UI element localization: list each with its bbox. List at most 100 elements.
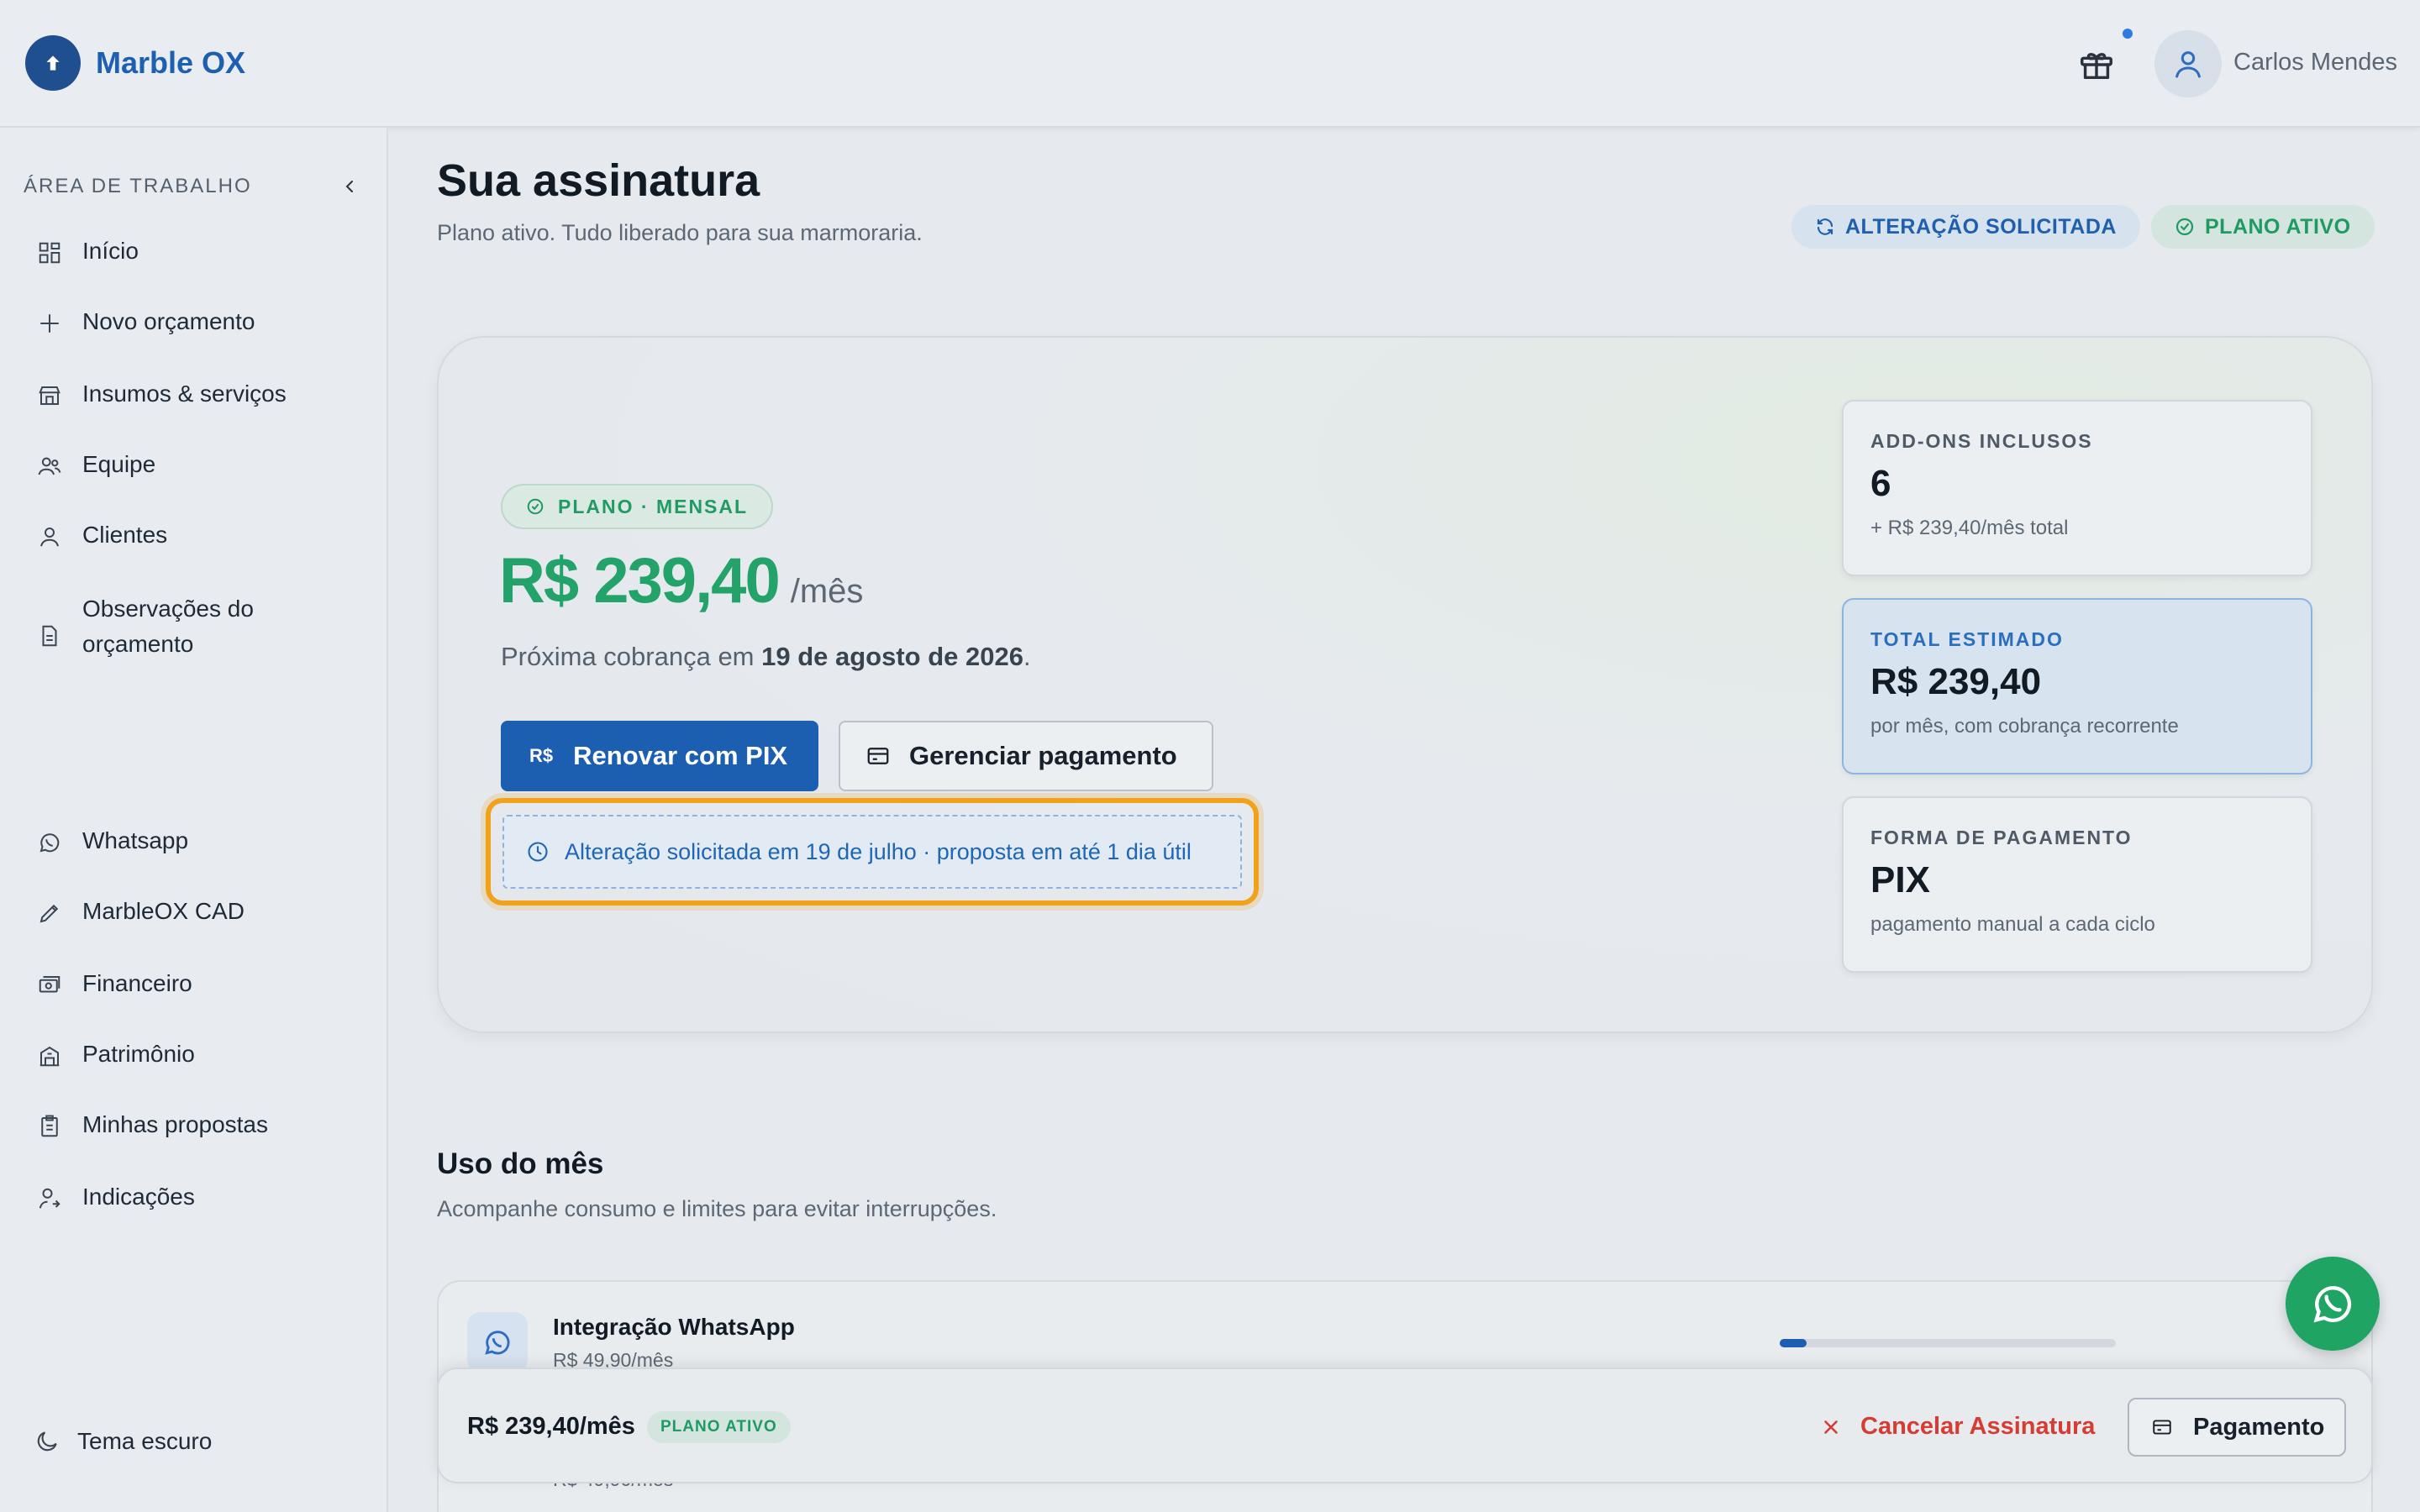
brand[interactable]: Marble OX (25, 35, 245, 91)
sidebar-item-indicacoes[interactable]: Indicações (37, 1184, 195, 1215)
sticky-footer-bar: R$ 239,40/mês PLANO ATIVO Cancelar Assin… (437, 1368, 2373, 1483)
stat-value: 6 (1870, 463, 1891, 504)
usage-progress-fill (1780, 1339, 1807, 1347)
sidebar-item-novo-orcamento[interactable]: Novo orçamento (37, 308, 255, 339)
sidebar-item-label: Novo orçamento (82, 308, 255, 334)
notification-dot (2123, 29, 2133, 39)
stat-note: por mês, com cobrança recorrente (1870, 715, 2179, 738)
manage-payment-button[interactable]: Gerenciar pagamento (839, 721, 1213, 791)
sidebar-item-label: Equipe (82, 451, 156, 477)
next-charge-suffix: . (1023, 642, 1031, 671)
plan-price-value: R$ 239,40 (499, 545, 781, 617)
stat-label: TOTAL ESTIMADO (1870, 628, 2064, 650)
plan-card: PLANO · MENSAL R$ 239,40 /mês Próxima co… (437, 336, 2373, 1033)
whatsapp-fab-button[interactable] (2286, 1257, 2380, 1351)
cancel-subscription-button[interactable]: Cancelar Assinatura (1820, 1413, 2095, 1441)
credit-card-icon (2153, 1420, 2171, 1435)
refresh-icon (1817, 218, 1833, 235)
status-badge-active: PLANO ATIVO (2151, 205, 2375, 249)
change-request-notice-highlight: Alteração solicitada em 19 de julho · pr… (486, 798, 1259, 906)
sidebar-item-inicio[interactable]: Início (37, 238, 139, 269)
sidebar-item-observacoes[interactable]: Observações do orçamento (37, 596, 314, 662)
sidebar-item-cad[interactable]: MarbleOX CAD (37, 898, 245, 929)
collapse-sidebar-icon[interactable] (339, 176, 360, 197)
plan-price-period: /mês (790, 573, 864, 610)
sidebar-item-clientes[interactable]: Clientes (37, 522, 167, 553)
page-subtitle: Plano ativo. Tudo liberado para sua marm… (437, 220, 923, 245)
currency-icon: R$ (529, 745, 554, 766)
pencil-icon (39, 904, 59, 923)
renew-pix-button[interactable]: R$ Renovar com PIX (501, 721, 818, 791)
theme-toggle-label: Tema escuro (77, 1428, 213, 1454)
theme-toggle[interactable]: Tema escuro (34, 1428, 212, 1455)
whatsapp-icon (39, 833, 60, 853)
plan-tag: PLANO · MENSAL (501, 484, 774, 529)
user-name[interactable]: Carlos Mendes (2233, 49, 2397, 76)
clipboard-icon (41, 1115, 58, 1137)
brand-logo-icon (25, 35, 81, 91)
next-charge-date: 19 de agosto de 2026 (761, 642, 1023, 671)
stat-value: PIX (1870, 859, 1930, 900)
sidebar-item-label: Patrimônio (82, 1041, 195, 1067)
sidebar-item-patrimonio[interactable]: Patrimônio (37, 1041, 195, 1072)
avatar[interactable] (2154, 30, 2222, 97)
sidebar-section-label: ÁREA DE TRABALHO (24, 175, 252, 197)
sidebar-item-label: Insumos & serviços (82, 381, 287, 407)
plan-price: R$ 239,40 /mês (499, 544, 863, 617)
moon-icon (37, 1431, 57, 1452)
sidebar-item-equipe[interactable]: Equipe (37, 451, 155, 482)
renew-pix-label: Renovar com PIX (573, 741, 788, 770)
check-circle-icon (2175, 218, 2194, 236)
stat-note: pagamento manual a cada ciclo (1870, 913, 2155, 936)
sidebar-item-label: Clientes (82, 522, 168, 548)
sidebar-item-whatsapp[interactable]: Whatsapp (37, 827, 188, 858)
sidebar-item-label: Financeiro (82, 970, 192, 996)
whatsapp-icon (467, 1312, 528, 1373)
cancel-subscription-label: Cancelar Assinatura (1860, 1413, 2096, 1440)
credit-card-icon (867, 748, 889, 764)
user-share-icon (39, 1188, 60, 1209)
status-badge-label: ALTERAÇÃO SOLICITADA (1845, 214, 2117, 239)
page-title: Sua assinatura (437, 155, 760, 206)
sidebar-item-label: Whatsapp (82, 827, 189, 853)
plus-icon (40, 314, 59, 333)
sidebar-item-label: Indicações (82, 1184, 195, 1210)
sidebar-section-header: ÁREA DE TRABALHO (24, 175, 360, 198)
usage-subtitle: Acompanhe consumo e limites para evitar … (437, 1196, 997, 1221)
sidebar-item-propostas[interactable]: Minhas propostas (37, 1111, 268, 1142)
users-icon (38, 457, 61, 475)
gift-icon[interactable] (2077, 45, 2116, 84)
sidebar-item-label: Início (82, 238, 139, 264)
user-icon (40, 528, 59, 547)
next-charge: Próxima cobrança em 19 de agosto de 2026… (501, 642, 1031, 672)
document-icon (42, 625, 57, 647)
top-bar: Marble OX Carlos Mendes (0, 0, 2420, 128)
stat-label: ADD-ONS INCLUSOS (1870, 430, 2093, 452)
payment-button[interactable]: Pagamento (2128, 1398, 2346, 1457)
whatsapp-icon (2313, 1286, 2352, 1323)
usage-item-name: Integração WhatsApp (553, 1314, 795, 1340)
plan-tag-label: PLANO · MENSAL (558, 495, 749, 517)
sidebar: ÁREA DE TRABALHO Início Novo orçamento I… (0, 128, 388, 1512)
stat-payment-method: FORMA DE PAGAMENTO PIX pagamento manual … (1842, 796, 2312, 973)
sidebar-item-insumos[interactable]: Insumos & serviços (37, 381, 287, 412)
sidebar-item-financeiro[interactable]: Financeiro (37, 970, 192, 1001)
cash-icon (39, 976, 60, 993)
stat-note: + R$ 239,40/mês total (1870, 517, 2069, 539)
payment-label: Pagamento (2193, 1413, 2325, 1441)
brand-name: Marble OX (96, 45, 246, 80)
notice-text: Alteração solicitada em 19 de julho · pr… (565, 838, 1192, 864)
usage-progress-bar (1780, 1339, 2116, 1347)
stat-total: TOTAL ESTIMADO R$ 239,40 por mês, com co… (1842, 598, 2312, 774)
close-icon (1824, 1420, 1838, 1434)
manage-payment-label: Gerenciar pagamento (909, 741, 1177, 770)
sidebar-item-label: MarbleOX CAD (82, 898, 245, 924)
dashboard-icon (39, 242, 60, 264)
clock-icon (528, 842, 548, 862)
status-badge-label: PLANO ATIVO (2205, 214, 2351, 239)
stat-label: FORMA DE PAGAMENTO (1870, 827, 2133, 848)
footer-price: R$ 239,40/mês (467, 1413, 635, 1440)
change-request-notice: Alteração solicitada em 19 de julho · pr… (502, 815, 1242, 889)
sidebar-item-label: Observações do orçamento (82, 596, 254, 657)
store-icon (39, 386, 60, 405)
